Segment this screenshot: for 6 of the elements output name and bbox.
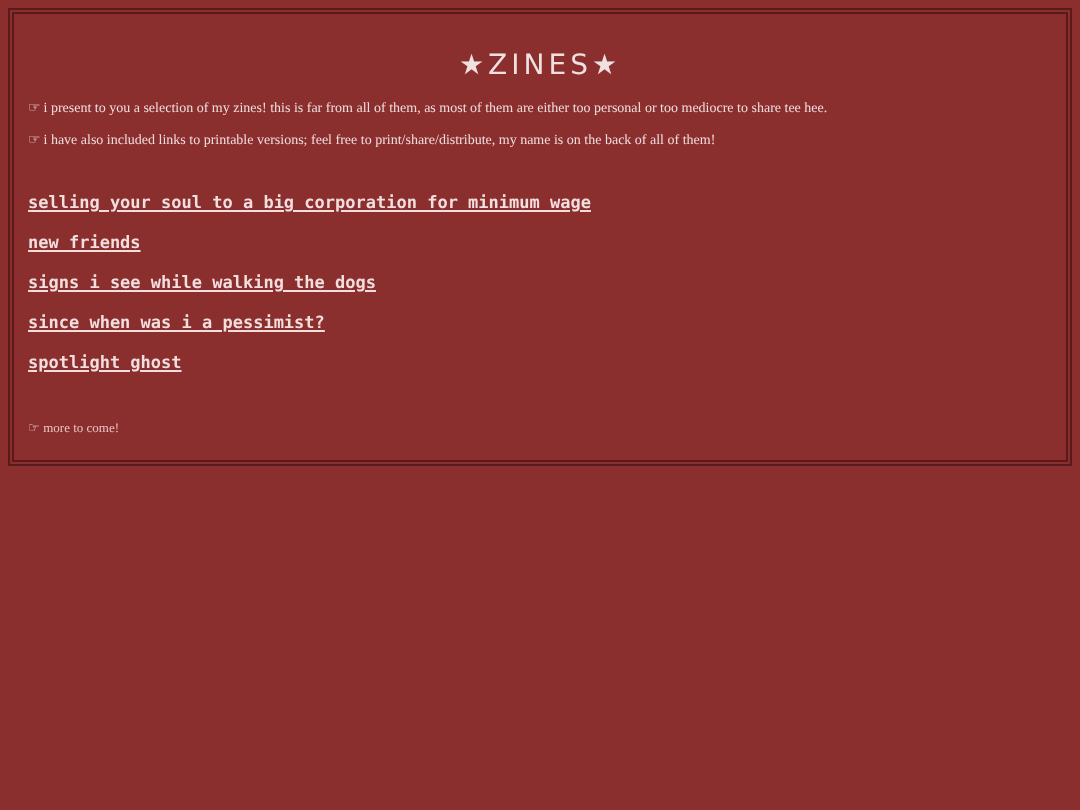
page-title: ★ZINES★: [456, 50, 624, 82]
zine-link[interactable]: since when was i a pessimist?: [28, 314, 325, 336]
zine-link[interactable]: new friends: [28, 234, 141, 256]
zine-link[interactable]: spotlight ghost: [28, 354, 182, 376]
zine-link[interactable]: selling your soul to a big corporation for minimum wage: [28, 194, 591, 216]
zine-link[interactable]: signs i see while walking the dogs: [28, 274, 376, 296]
